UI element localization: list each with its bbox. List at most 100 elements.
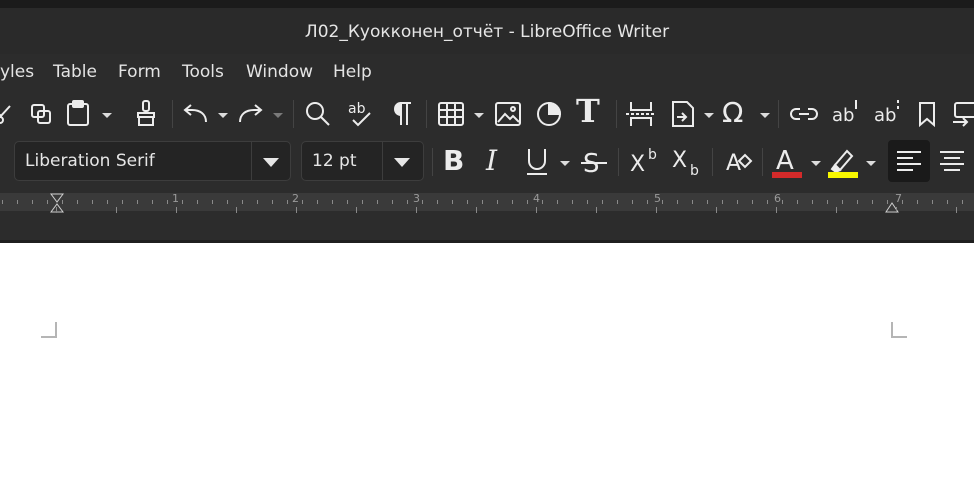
- ruler-tick: [707, 200, 708, 204]
- field-dropdown-icon[interactable]: [704, 113, 714, 118]
- formatting-marks-icon[interactable]: [388, 98, 416, 128]
- undo-dropdown-icon[interactable]: [218, 113, 228, 118]
- separator: [762, 148, 763, 176]
- ruler-tick: [842, 200, 843, 204]
- left-indent-icon[interactable]: [48, 193, 66, 213]
- ruler-tick: [602, 200, 603, 204]
- svg-text:X: X: [630, 152, 645, 177]
- bookmark-icon[interactable]: [914, 99, 940, 129]
- separator: [293, 100, 294, 128]
- ruler-tick: [47, 200, 48, 204]
- ruler-tick: [962, 200, 963, 204]
- underline-icon[interactable]: [522, 144, 552, 178]
- ruler-tick: [857, 200, 858, 204]
- hyperlink-icon[interactable]: [788, 100, 820, 128]
- ruler-tick: [17, 200, 18, 204]
- superscript-icon[interactable]: Xb: [628, 144, 662, 178]
- redo-icon[interactable]: [236, 100, 264, 128]
- ruler-tick: [167, 200, 168, 204]
- clear-formatting-icon[interactable]: A: [722, 144, 756, 178]
- clone-formatting-icon[interactable]: [132, 98, 160, 128]
- insert-chart-icon[interactable]: [534, 100, 564, 128]
- find-replace-icon[interactable]: [304, 100, 332, 128]
- ruler-number: 2: [292, 192, 299, 205]
- ruler-tick: [527, 200, 528, 204]
- redo-dropdown-icon[interactable]: [273, 113, 283, 118]
- align-center-icon[interactable]: [936, 146, 968, 176]
- spelling-icon[interactable]: ab: [345, 98, 375, 128]
- menu-tools[interactable]: Tools: [182, 62, 224, 82]
- separator: [426, 100, 427, 128]
- font-size-dropdown-icon[interactable]: [394, 158, 410, 167]
- ruler-tab-stop: [956, 207, 957, 213]
- ruler-tick: [752, 200, 753, 204]
- ruler-tick: [257, 200, 258, 204]
- strikethrough-icon[interactable]: S: [578, 144, 610, 178]
- ruler-tick: [197, 200, 198, 204]
- endnote-icon[interactable]: ab: [872, 97, 904, 127]
- ruler-tick: [647, 200, 648, 204]
- page-break-icon[interactable]: [624, 100, 658, 128]
- document-page[interactable]: [0, 243, 974, 487]
- cut-icon[interactable]: [0, 100, 14, 128]
- ruler-number: 3: [413, 192, 420, 205]
- ruler-tick: [677, 200, 678, 204]
- copy-icon[interactable]: [28, 100, 54, 128]
- ruler-tick: [662, 200, 663, 204]
- font-name-combo[interactable]: Liberation Serif: [14, 141, 291, 181]
- font-size-combo[interactable]: 12 pt: [301, 141, 424, 181]
- font-color-icon[interactable]: A: [770, 142, 804, 180]
- ruler-tick: [797, 200, 798, 204]
- insert-table-icon[interactable]: [436, 100, 466, 128]
- highlight-dropdown-icon[interactable]: [866, 161, 876, 166]
- font-name-value[interactable]: Liberation Serif: [25, 151, 155, 171]
- align-left-icon[interactable]: [888, 140, 930, 182]
- ruler-number: 7: [895, 192, 902, 205]
- menu-window[interactable]: Window: [246, 62, 313, 82]
- ruler-tick: [872, 200, 873, 204]
- insert-image-icon[interactable]: [493, 100, 523, 128]
- insert-text-box-icon[interactable]: T: [576, 92, 600, 130]
- italic-icon[interactable]: I: [486, 144, 497, 177]
- cross-reference-icon[interactable]: [950, 99, 974, 129]
- menu-table[interactable]: Table: [53, 62, 97, 82]
- ruler-tick: [902, 200, 903, 204]
- menu-styles[interactable]: yles: [0, 62, 34, 82]
- ruler-tick: [452, 200, 453, 204]
- highlight-color-icon[interactable]: [826, 142, 860, 180]
- paste-icon[interactable]: [64, 98, 92, 128]
- font-name-dropdown-icon[interactable]: [263, 158, 279, 167]
- ruler-tick: [392, 200, 393, 204]
- underline-dropdown-icon[interactable]: [560, 161, 570, 166]
- ruler-tab-stop: [356, 207, 357, 213]
- separator: [172, 100, 173, 128]
- font-size-value[interactable]: 12 pt: [312, 151, 357, 171]
- svg-text:ab: ab: [832, 105, 854, 126]
- svg-text:A: A: [726, 151, 741, 176]
- special-character-dropdown-icon[interactable]: [760, 113, 770, 118]
- ruler-tick: [377, 200, 378, 204]
- menu-help[interactable]: Help: [333, 62, 372, 82]
- bold-icon[interactable]: B: [443, 144, 464, 177]
- toolbar-bottom-area: [0, 214, 974, 243]
- table-dropdown-icon[interactable]: [474, 113, 484, 118]
- font-color-dropdown-icon[interactable]: [811, 161, 821, 166]
- ruler-tab-stop: [296, 207, 297, 213]
- ruler-tick: [137, 200, 138, 204]
- ruler-tick: [287, 200, 288, 204]
- svg-text:X: X: [672, 148, 687, 173]
- special-character-icon[interactable]: Ω: [722, 96, 743, 129]
- footnote-icon[interactable]: ab: [830, 97, 862, 127]
- ruler-tick: [362, 200, 363, 204]
- subscript-icon[interactable]: Xb: [670, 144, 704, 178]
- ruler-tick: [572, 200, 573, 204]
- insert-field-icon[interactable]: [668, 99, 698, 129]
- ruler-tick: [437, 200, 438, 204]
- ruler-tick: [497, 200, 498, 204]
- ruler-tick: [152, 200, 153, 204]
- paste-dropdown-icon[interactable]: [102, 113, 112, 118]
- svg-text:ab: ab: [348, 101, 366, 117]
- ruler-tick: [92, 200, 93, 204]
- undo-icon[interactable]: [182, 100, 210, 128]
- menu-form[interactable]: Form: [118, 62, 161, 82]
